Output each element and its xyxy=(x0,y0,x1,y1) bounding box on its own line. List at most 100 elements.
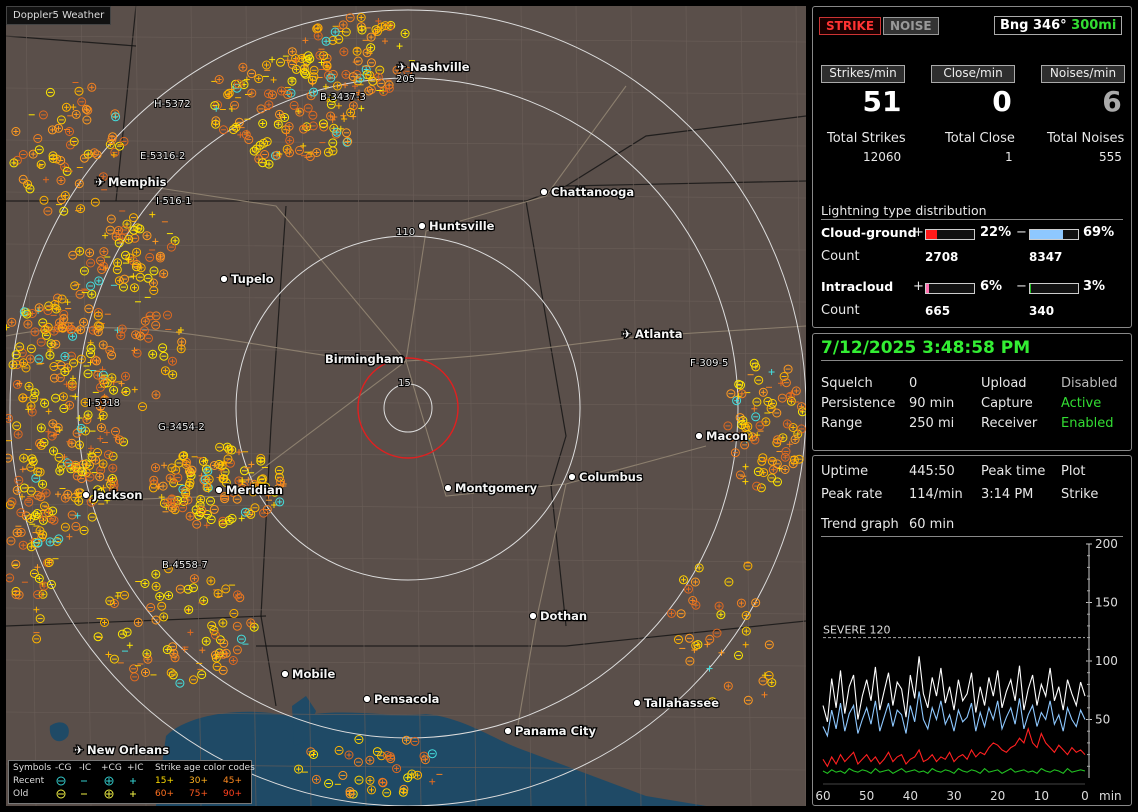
city-dot-icon xyxy=(280,669,290,679)
airport-icon: ✈ xyxy=(397,60,407,74)
city-birmingham[interactable]: Birmingham xyxy=(324,351,406,367)
city-label: Dothan xyxy=(540,609,587,623)
county-line xyxy=(630,6,642,806)
storm-track-label[interactable]: I-516-1 xyxy=(155,195,193,208)
total-strikes-label: Total Strikes xyxy=(827,131,906,146)
city-meridian[interactable]: Meridian xyxy=(214,482,284,498)
y-tick-label: 150 xyxy=(1095,596,1118,610)
strike-symbol xyxy=(18,174,28,184)
city-huntsville[interactable]: Huntsville xyxy=(417,218,496,234)
city-label: Memphis xyxy=(108,175,167,189)
strike-stats-panel: STRIKE NOISE Bng 346° 300mi Strikes/min … xyxy=(812,6,1132,328)
city-tupelo[interactable]: Tupelo xyxy=(219,271,275,287)
city-pensacola[interactable]: Pensacola xyxy=(362,691,441,707)
city-montgomery[interactable]: Montgomery xyxy=(443,480,539,496)
strike-symbol xyxy=(151,463,160,473)
storm-track-label[interactable]: B-3437-3 xyxy=(319,91,367,104)
strike-symbol xyxy=(326,111,336,121)
strike-symbol xyxy=(756,483,766,493)
strike-symbol xyxy=(199,647,206,654)
strike-symbol xyxy=(104,450,113,460)
strike-symbol xyxy=(108,463,118,473)
strike-mode-button[interactable]: STRIKE xyxy=(819,17,882,35)
range-setting-value: 250 mi xyxy=(909,416,955,431)
strike-symbol xyxy=(284,122,294,131)
strike-symbol xyxy=(74,179,84,189)
lightning-map[interactable]: ✈ Nashville ✈ Memphis Chattanooga Huntsville T… xyxy=(6,6,806,806)
county-line xyxy=(6,295,806,303)
strike-symbol xyxy=(724,577,734,587)
city-new-orleans[interactable]: ✈ New Orleans xyxy=(73,742,171,759)
county-line xyxy=(6,399,806,407)
strike-symbol xyxy=(734,650,743,660)
strike-symbol xyxy=(209,625,219,635)
receiver-label: Receiver xyxy=(981,416,1038,431)
strike-symbol xyxy=(13,429,23,439)
range-ring xyxy=(383,383,433,433)
legend-age-header: Strike age color codes xyxy=(155,763,255,773)
storm-track-label[interactable]: G-3454-2 xyxy=(157,421,206,434)
strike-symbol xyxy=(768,369,775,375)
map-canvas[interactable]: ✈ Nashville✈ MemphisChattanoogaHuntsvilleT… xyxy=(6,6,806,806)
city-panama-city[interactable]: Panama City xyxy=(503,723,598,739)
county-line xyxy=(190,6,202,806)
storm-track-label[interactable]: E-5316-2 xyxy=(139,150,186,163)
city-label: Jackson xyxy=(92,488,142,502)
county-line xyxy=(575,6,587,806)
city-dot-icon xyxy=(417,221,427,231)
cg-pos-pct: 22% xyxy=(980,225,1012,240)
strike-symbol xyxy=(105,651,112,658)
city-atlanta[interactable]: ✈ Atlanta xyxy=(621,326,684,343)
storm-track-label[interactable]: B-4558-7 xyxy=(161,559,209,572)
storm-track-label[interactable]: H-5372 xyxy=(153,98,192,111)
strike-symbol xyxy=(187,629,194,636)
city-mobile[interactable]: Mobile xyxy=(280,666,337,682)
strike-symbol xyxy=(98,340,108,350)
city-dot-icon xyxy=(219,274,229,284)
plot-value[interactable]: Strike xyxy=(1061,487,1098,502)
city-dot-icon xyxy=(632,698,642,708)
strike-symbol xyxy=(130,283,139,293)
state-border xyxy=(256,620,806,647)
persistence-label: Persistence xyxy=(821,396,896,411)
strike-symbol xyxy=(772,408,782,418)
city-label: Pensacola xyxy=(374,692,439,706)
cg-neg-bar-fill xyxy=(1030,230,1064,239)
strike-symbol xyxy=(43,206,53,216)
storm-track-label[interactable]: F-309-5 xyxy=(689,357,729,370)
x-tick-label: 30 xyxy=(946,789,961,803)
city-macon[interactable]: Macon xyxy=(694,428,749,444)
legend-age-45: 45+ xyxy=(223,776,242,786)
noise-mode-button[interactable]: NOISE xyxy=(883,17,939,35)
total-noises-value: 555 xyxy=(1099,150,1122,164)
strike-symbol xyxy=(49,446,58,456)
strike-symbol xyxy=(79,317,89,327)
city-columbus[interactable]: Columbus xyxy=(567,469,644,485)
legend-old-pos-cg-icon xyxy=(104,789,114,799)
strike-symbol xyxy=(183,584,193,594)
strike-symbol xyxy=(704,641,711,648)
strike-symbol xyxy=(751,412,761,422)
city-chattanooga[interactable]: Chattanooga xyxy=(539,184,635,200)
city-tallahassee[interactable]: Tallahassee xyxy=(632,695,720,711)
strike-symbol xyxy=(751,405,758,412)
state-border xyxy=(525,200,567,627)
strike-symbol xyxy=(289,100,299,110)
strike-symbol xyxy=(206,576,216,586)
x-tick-label: 10 xyxy=(1034,789,1049,803)
strike-symbol xyxy=(67,510,77,520)
strike-symbol xyxy=(51,393,61,403)
strike-symbol xyxy=(90,197,100,207)
strike-symbol xyxy=(342,82,349,89)
storm-track-label[interactable]: 110 xyxy=(395,226,416,239)
strike-symbol xyxy=(70,104,77,111)
storm-track-label[interactable]: 15 xyxy=(397,377,412,390)
strike-symbol xyxy=(94,276,104,286)
storm-track-label[interactable]: I-5318 xyxy=(87,397,121,410)
ic-count-label: Count xyxy=(821,303,860,318)
strike-symbol xyxy=(260,150,270,159)
strike-symbol xyxy=(56,115,66,125)
range-value: 300mi xyxy=(1071,18,1117,33)
storm-track-label[interactable]: 205 xyxy=(395,73,416,86)
strike-symbol xyxy=(199,596,209,606)
